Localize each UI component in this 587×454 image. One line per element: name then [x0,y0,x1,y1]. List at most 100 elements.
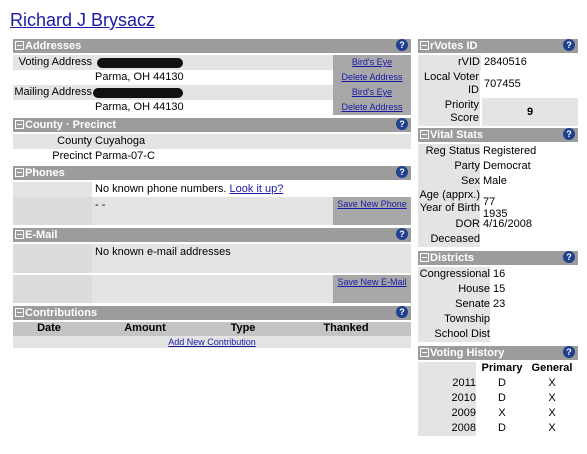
add-new-contribution-link[interactable]: Add New Contribution [168,337,256,347]
district-label: Senate [418,297,490,312]
collapse-icon[interactable] [15,308,24,317]
vital-value: Male [483,175,507,187]
collapse-icon[interactable] [420,253,429,262]
addresses-header[interactable]: Addresses ? [13,39,411,53]
precinct-value: Parma-07-C [95,150,155,162]
birds-eye-link[interactable]: Bird's Eye [352,57,392,67]
help-icon[interactable]: ? [563,39,575,51]
vital-label: Age (apprx.) [419,189,480,201]
vital-label: Reg Status [418,144,480,159]
district-row: Congressional 16 [418,267,578,282]
phones-title: Phones [25,167,65,179]
delete-address-link[interactable]: Delete Address [341,102,402,112]
mailing-city: Parma, OH 44130 [95,101,184,113]
contributions-header[interactable]: Contributions ? [13,306,411,320]
history-general: X [548,392,556,404]
district-row: House 15 [418,282,578,297]
help-icon[interactable]: ? [396,39,408,51]
lookup-link[interactable]: Look it up? [230,183,284,195]
email-none-text: No known e-mail addresses [95,246,231,258]
voter-name-link[interactable]: Richard J Brysacz [10,10,155,31]
vital-value: Democrat [483,160,531,172]
county-title: County · Precinct [25,119,117,131]
vital-row: Reg Status Registered [418,144,578,159]
phone-placeholder: - - [95,199,106,211]
mailing-city-row: Parma, OH 44130 Delete Address [13,100,411,115]
district-label: School Dist [418,327,490,342]
districts-header[interactable]: Districts ? [418,251,578,265]
year-column-header [418,362,476,376]
rvotes-header[interactable]: rVotes ID ? [418,39,578,53]
history-general: X [548,377,556,389]
label-cell [13,275,92,303]
help-icon[interactable]: ? [563,128,575,140]
help-icon[interactable]: ? [563,251,575,263]
history-row: 2008 D X [418,421,578,436]
collapse-icon[interactable] [15,230,24,239]
history-row: 2010 D X [418,391,578,406]
county-value: Cuyahoga [95,135,146,147]
help-icon[interactable]: ? [396,166,408,178]
history-year: 2008 [418,421,476,436]
column-amount: Amount [124,322,166,334]
save-new-email-link[interactable]: Save New E-Mail [337,277,406,287]
mailing-address-label: Mailing Address [14,86,92,98]
voting-history-title: Voting History [430,347,505,359]
vital-label: Party [418,159,480,174]
history-year: 2010 [418,391,476,406]
label-cell [13,182,92,197]
local-id-label: Local Voter ID [418,70,480,98]
vital-row: DOR 4/16/2008 [418,217,578,232]
save-new-phone-link[interactable]: Save New Phone [337,199,407,209]
help-icon[interactable]: ? [396,118,408,130]
collapse-icon[interactable] [15,120,24,129]
right-column: rVotes ID ? rVID 2840516 Local Voter ID … [418,39,578,436]
local-id-value: 707455 [484,78,521,90]
delete-address-link[interactable]: Delete Address [341,72,402,82]
phones-none-row: No known phone numbers. Look it up? [13,182,411,197]
contributions-column-headers: Date Amount Type Thanked [13,322,411,336]
vital-stats-body: Reg Status Registered Party Democrat Sex… [418,144,578,247]
voting-city-row: Parma, OH 44130 Delete Address [13,70,411,85]
district-value: 23 [493,298,506,310]
label-cell [13,244,92,273]
help-icon[interactable]: ? [396,228,408,240]
collapse-icon[interactable] [15,168,24,177]
history-year: 2009 [418,406,476,421]
vital-value: 77 [483,196,496,208]
column-primary: Primary [481,362,523,374]
district-label: Congressional [418,267,490,282]
vital-row: Age (apprx.) Year of Birth 77 1935 [418,189,578,220]
vital-stats-header[interactable]: Vital Stats ? [418,128,578,142]
birds-eye-link[interactable]: Bird's Eye [352,87,392,97]
redacted-street [93,88,183,98]
voting-address-row: Voting Address Bird's Eye [13,55,411,70]
phones-none-label: No known phone numbers. [95,183,227,195]
local-id-row: Local Voter ID 707455 [418,70,578,98]
phones-header[interactable]: Phones ? [13,166,411,180]
collapse-icon[interactable] [15,41,24,50]
vital-value: Registered [483,145,537,157]
collapse-icon[interactable] [420,348,429,357]
district-value: 16 [493,268,506,280]
history-primary: D [498,377,506,389]
delete-address-cell: Delete Address [333,100,411,115]
county-header[interactable]: County · Precinct ? [13,118,411,132]
history-row: 2009 X X [418,406,578,421]
phones-none-text: No known phone numbers. Look it up? [95,183,283,195]
column-thanked: Thanked [323,322,369,334]
email-none-row: No known e-mail addresses [13,244,411,273]
district-row: Senate 23 [418,297,578,312]
county-row: County Cuyahoga [13,134,411,149]
email-header[interactable]: E-Mail ? [13,228,411,242]
help-icon[interactable]: ? [396,306,408,318]
collapse-icon[interactable] [420,130,429,139]
help-icon[interactable]: ? [563,346,575,358]
birds-eye-cell: Bird's Eye [333,85,411,100]
collapse-icon[interactable] [420,41,429,50]
voting-history-header[interactable]: Voting History ? [418,346,578,360]
addresses-title: Addresses [25,40,82,52]
email-title: E-Mail [25,229,58,241]
district-row: Township [418,312,578,327]
districts-title: Districts [430,252,475,264]
